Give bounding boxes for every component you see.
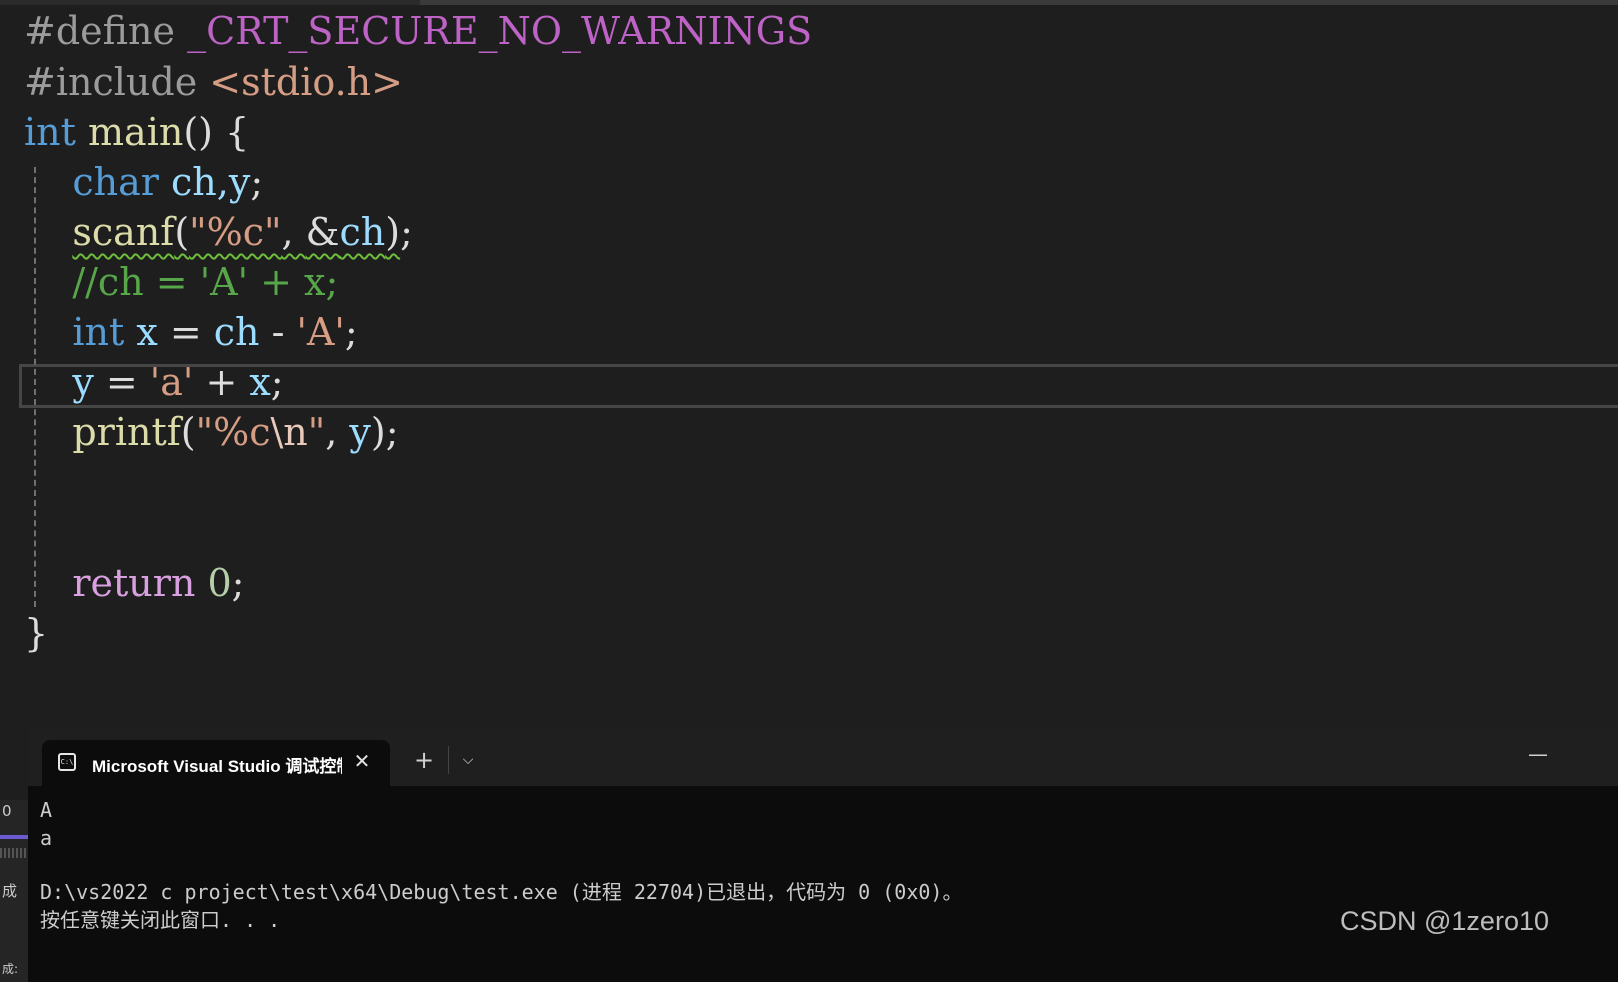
left-panel-text: 0 (2, 802, 12, 820)
type-keyword: char (72, 160, 159, 204)
string-literal: " (307, 410, 326, 454)
warning-squiggle[interactable]: scanf("%c", &ch) (72, 210, 400, 254)
code-line-2: #include <stdio.h> (24, 56, 403, 108)
preprocessor-directive: #define (24, 9, 175, 53)
chevron-down-icon[interactable]: ⌵ (456, 746, 480, 774)
punctuation: = (157, 310, 214, 354)
code-line-8: y = 'a' + x; (24, 356, 284, 408)
char-literal: 'A' (296, 310, 345, 354)
left-panel-dots (0, 848, 28, 858)
code-line-3: int main() { (24, 106, 249, 158)
punctuation: = (93, 360, 150, 404)
function-call: printf (72, 410, 181, 454)
code-line-4: char ch,y; (24, 156, 263, 208)
code-comment: //ch = 'A' + x; (72, 260, 339, 304)
left-panel-text: 成: (2, 962, 19, 976)
console-output-line: A (40, 798, 53, 822)
code-line-6: //ch = 'A' + x; (24, 256, 338, 308)
left-panel-fragment: 0 成 成: (0, 800, 28, 982)
punctuation: - (259, 310, 297, 354)
terminal-tab-bar: C:\ Microsoft Visual Studio 调试控制台 ✕ + ⌵ … (28, 728, 1618, 786)
punctuation: ; (344, 310, 358, 354)
console-output-line: D:\vs2022 c project\test\x64\Debug\test.… (40, 880, 963, 904)
punctuation: ; (385, 410, 399, 454)
include-header: <stdio.h> (209, 60, 403, 104)
new-tab-button[interactable]: + (410, 746, 438, 774)
function-name: main (88, 110, 184, 154)
terminal-tab[interactable]: C:\ Microsoft Visual Studio 调试控制台 ✕ (42, 740, 390, 786)
char-literal: 'a' (149, 360, 194, 404)
macro-name: _CRT_SECURE_NO_WARNINGS (187, 9, 813, 53)
preprocessor-directive: #include (24, 60, 198, 104)
escape-sequence: \n (270, 410, 308, 454)
type-keyword: int (24, 110, 76, 154)
tab-divider (448, 746, 449, 774)
variable: ch (213, 310, 260, 354)
code-line-12: return 0; (24, 557, 244, 609)
variable: ch (339, 210, 386, 254)
console-output-line: 按任意键关闭此窗口. . . (40, 908, 281, 932)
closing-brace: } (24, 611, 49, 655)
punctuation: & (305, 210, 340, 254)
punctuation: ) (370, 410, 386, 454)
variable: x (136, 310, 158, 354)
punctuation: + (193, 360, 250, 404)
variable: y (228, 160, 251, 204)
code-line-5: scanf("%c", &ch); (24, 206, 413, 258)
terminal-tab-title: Microsoft Visual Studio 调试控制台 (92, 757, 342, 776)
code-line-1: #define _CRT_SECURE_NO_WARNINGS (24, 5, 812, 57)
minimize-button[interactable]: — (1526, 742, 1550, 766)
close-icon[interactable]: ✕ (350, 749, 374, 773)
punctuation: ) (385, 210, 401, 254)
punctuation: ( (174, 210, 190, 254)
variable: x (249, 360, 271, 404)
punctuation: ; (270, 360, 284, 404)
watermark: CSDN @1zero10 (1340, 906, 1549, 936)
string-literal: "%c (195, 410, 271, 454)
punctuation: , (325, 410, 350, 454)
variable: y (72, 360, 94, 404)
code-editor[interactable]: #define _CRT_SECURE_NO_WARNINGS #include… (0, 5, 1618, 750)
code-line-13: } (24, 607, 48, 659)
number-literal: 0 (207, 561, 232, 605)
variable: ch, (171, 160, 229, 204)
left-panel-accent-bar (0, 835, 28, 839)
punctuation: () { (183, 110, 250, 154)
console-icon: C:\ (58, 753, 76, 771)
variable: y (349, 410, 371, 454)
debug-console-window[interactable]: C:\ Microsoft Visual Studio 调试控制台 ✕ + ⌵ … (28, 728, 1618, 982)
punctuation: , (281, 210, 306, 254)
code-line-9: printf("%c\n", y); (24, 406, 399, 458)
console-output-line: a (40, 826, 53, 850)
punctuation: ; (400, 210, 413, 254)
control-keyword: return (72, 561, 196, 605)
punctuation: ( (180, 410, 196, 454)
type-keyword: int (72, 310, 125, 354)
punctuation: ; (231, 561, 245, 605)
function-call: scanf (72, 210, 175, 254)
punctuation: ; (250, 160, 264, 204)
left-panel-text: 成 (2, 882, 18, 900)
code-line-7: int x = ch - 'A'; (24, 306, 358, 358)
string-literal: "%c" (189, 210, 282, 254)
